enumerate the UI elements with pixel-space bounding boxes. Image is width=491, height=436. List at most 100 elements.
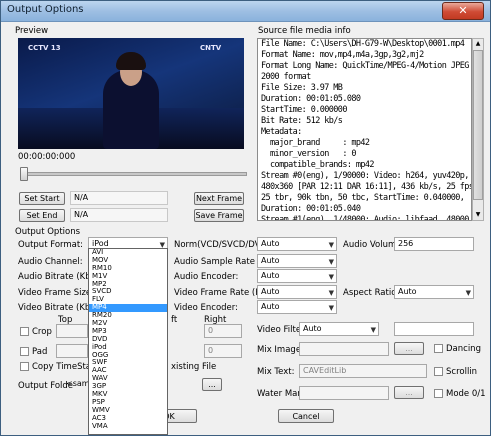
set-end-button[interactable]: Set End: [19, 209, 65, 222]
dancing-label: Dancing: [446, 344, 481, 354]
next-frame-button[interactable]: Next Frame: [194, 192, 244, 205]
mode-label: Mode 0/1: [446, 389, 486, 399]
output-options-label: Output Options: [15, 227, 81, 237]
close-button[interactable]: ✕: [442, 2, 484, 20]
pad-top-field[interactable]: [56, 344, 88, 358]
chevron-down-icon: ▼: [328, 304, 334, 312]
chevron-down-icon: ▼: [328, 289, 334, 297]
video-encoder-label: Video Encoder:: [174, 303, 238, 313]
media-info-line: StartTime: 0.000000: [261, 105, 347, 115]
video-frame-rate-select[interactable]: Auto ▼: [257, 285, 337, 299]
output-format-value: iPod: [92, 239, 109, 248]
pad-checkbox[interactable]: [20, 347, 29, 356]
media-info-line: 2000 format: [261, 72, 311, 82]
media-info-line: Stream #0(eng), 1/90000: Video: h264, yu…: [261, 171, 469, 181]
video-encoder-value: Auto: [261, 302, 280, 311]
mix-image-field[interactable]: [299, 342, 389, 356]
channel-logo-left: CCTV 13: [28, 44, 61, 52]
media-info-line: minor_version : 0: [261, 149, 356, 159]
video-encoder-select[interactable]: Auto ▼: [257, 300, 337, 314]
scroll-thumb[interactable]: [473, 50, 483, 200]
copy-timestamp-checkbox[interactable]: [20, 362, 29, 371]
existing-file-label: xisting File: [171, 362, 217, 372]
chevron-down-icon: ▼: [328, 273, 334, 281]
video-bitrate-label: Video Bitrate (Kbp: [18, 303, 96, 313]
norm-select[interactable]: Auto ▼: [257, 237, 337, 251]
mix-text-field[interactable]: CAVEditLib: [299, 364, 427, 378]
crop-right-field[interactable]: 0: [204, 324, 242, 338]
chevron-down-icon: ▼: [465, 289, 471, 297]
time-display: 00:00:00:000: [18, 152, 76, 162]
norm-value: Auto: [261, 239, 280, 248]
video-frame-rate-value: Auto: [261, 287, 280, 296]
media-info-textbox[interactable]: File Name: C:\Users\DH-G79-W\Desktop\000…: [257, 38, 472, 221]
start-value-field: N/A: [70, 191, 168, 205]
preview-label: Preview: [15, 26, 49, 36]
media-info-scrollbar[interactable]: ▲ ▼: [472, 38, 484, 221]
seek-track[interactable]: [23, 172, 247, 176]
video-filter-value: Auto: [303, 324, 322, 333]
crop-top-field[interactable]: [56, 324, 88, 338]
pad-label: Pad: [32, 347, 48, 357]
window-title: Output Options: [7, 4, 84, 15]
set-start-button[interactable]: Set Start: [19, 192, 65, 205]
pad-right-field[interactable]: 0: [204, 344, 242, 358]
scrolling-checkbox[interactable]: [434, 367, 443, 376]
output-folder-label: Output Folde: [18, 381, 74, 391]
scroll-up-icon[interactable]: ▲: [473, 39, 483, 49]
media-info-line: Stream #1(eng), 1/48000: Audio: libfaad,…: [261, 215, 472, 221]
crop-checkbox[interactable]: [20, 327, 29, 336]
mix-image-label: Mix Image:: [257, 345, 304, 355]
aspect-ratio-select[interactable]: Auto ▼: [394, 285, 474, 299]
audio-encoder-select[interactable]: Auto ▼: [257, 269, 337, 283]
mix-image-browse-button[interactable]: ...: [394, 342, 424, 355]
cancel-button[interactable]: Cancel: [278, 409, 334, 423]
scrolling-label: Scrollin: [446, 367, 478, 377]
end-value-field: N/A: [70, 208, 168, 222]
source-info-label: Source file media info: [258, 26, 351, 36]
dancing-checkbox[interactable]: [434, 344, 443, 353]
save-frame-button[interactable]: Save Frame: [194, 209, 244, 222]
media-info-line: File Name: C:\Users\DH-G79-W\Desktop\000…: [261, 39, 465, 49]
chevron-down-icon: ▼: [328, 258, 334, 266]
format-option[interactable]: VMA: [89, 422, 167, 431]
output-format-dropdown-list[interactable]: AVI MOV RM10 M1V MP2 SVCD FLV MP4 RM20 M2V MP3 DVD i…: [88, 248, 168, 435]
media-info-line: compatible_brands: mp42: [261, 160, 375, 170]
seek-slider-handle[interactable]: [20, 167, 28, 181]
video-filter-select[interactable]: Auto ▼: [299, 322, 379, 336]
media-info-line: Metadata:: [261, 127, 302, 137]
water-mark-field[interactable]: [299, 386, 389, 400]
media-info-lines: File Name: C:\Users\DH-G79-W\Desktop\000…: [258, 39, 472, 221]
chevron-down-icon: ▼: [328, 241, 334, 249]
output-folder-field[interactable]: <same: [66, 378, 88, 392]
media-info-line: Bit Rate: 512 kb/s: [261, 116, 343, 126]
video-filter-param-field[interactable]: [394, 322, 474, 336]
scroll-down-icon[interactable]: ▼: [473, 210, 483, 220]
chevron-down-icon: ▼: [370, 326, 376, 334]
media-info-line: Duration: 00:01:05.080: [261, 94, 361, 104]
audio-encoder-value: Auto: [261, 271, 280, 280]
media-info-line: major_brand : mp42: [261, 138, 370, 148]
title-bar[interactable]: Output Options ✕: [1, 1, 490, 22]
media-info-line: Duration: 00:01:05.040: [261, 204, 361, 214]
crop-label: Crop: [32, 327, 52, 337]
video-filter-label: Video Filte: [257, 325, 302, 335]
media-info-line: File Size: 3.97 MB: [261, 83, 343, 93]
left-label: ft: [171, 315, 178, 325]
aspect-ratio-label: Aspect Ratio:: [343, 288, 400, 298]
media-info-line: Format Long Name: QuickTime/MPEG-4/Motio…: [261, 61, 469, 71]
audio-volume-field[interactable]: 256: [394, 237, 474, 251]
audio-sample-rate-select[interactable]: Auto ▼: [257, 254, 337, 268]
output-format-label: Output Format:: [18, 240, 84, 250]
aspect-ratio-value: Auto: [398, 287, 417, 296]
audio-channel-label: Audio Channel:: [18, 257, 83, 267]
mode-checkbox[interactable]: [434, 389, 443, 398]
water-mark-browse-button[interactable]: ...: [394, 386, 424, 399]
media-info-line: Format Name: mov,mp4,m4a,3gp,3g2,mj2: [261, 50, 424, 60]
video-frame-size-label: Video Frame Size:: [18, 288, 95, 298]
channel-logo-right: CNTV: [200, 44, 222, 52]
media-info-line: 480x360 [PAR 12:11 DAR 16:11], 436 kb/s,…: [261, 182, 472, 192]
audio-encoder-label: Audio Encoder:: [174, 272, 239, 282]
audio-bitrate-label: Audio Bitrate (Kbp: [18, 272, 97, 282]
browse-output-folder-button[interactable]: ...: [202, 378, 222, 391]
